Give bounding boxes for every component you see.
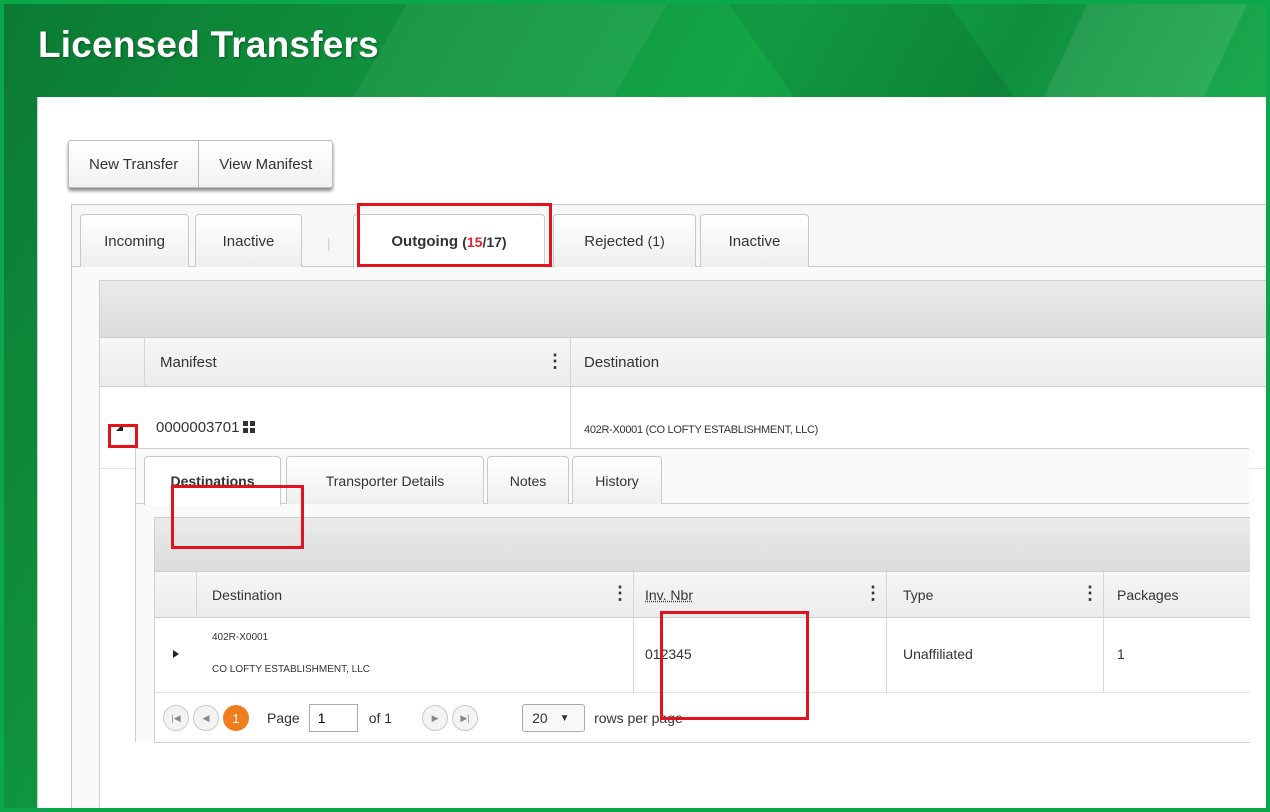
tab-destinations[interactable]: Destinations [144,456,281,505]
destinations-grid: Destination ⋮ Inv. Nbr ⋮ Type ⋮ Packages… [154,517,1250,743]
first-page-icon[interactable]: |◀ [163,705,189,731]
tab-rejected[interactable]: Rejected (1) [553,214,696,267]
column-header-packages[interactable]: Packages [1117,572,1178,618]
page-label: Page [267,710,300,726]
column-divider [1103,618,1104,693]
column-divider [886,618,887,693]
page-of-label: of 1 [368,710,393,726]
tab-rejected-count: (1) [647,233,665,249]
column-header-manifest[interactable]: Manifest [160,338,217,387]
next-page-icon[interactable]: ▶ [422,705,449,731]
tab-history[interactable]: History [572,456,662,504]
rows-per-page-value: 20 [532,710,548,726]
outgoing-active-count: 15 [466,233,483,250]
page-number-input[interactable] [308,704,358,732]
view-manifest-button[interactable]: View Manifest [198,141,332,187]
transfers-tabs: Incoming Inactive | Outgoing (15/17) Rej… [71,204,1266,808]
package-count: 1 [1117,646,1125,662]
page-title: Licensed Transfers [38,24,379,65]
column-header-destination[interactable]: Destination [212,572,282,618]
grid-toolbar [100,281,1266,338]
main-panel: New Transfer View Manifest Incoming Inac… [37,97,1266,808]
manifest-number-text: 0000003701 [156,419,240,436]
tab-notes[interactable]: Notes [487,456,569,504]
column-divider [633,618,634,693]
destination-type: Unaffiliated [903,646,973,662]
action-button-group: New Transfer View Manifest [68,140,334,188]
grid-header: Manifest ⋮ Destination [100,338,1266,387]
manifest-detail-tabs: Destinations Transporter Details Notes H… [135,448,1250,743]
column-menu-icon[interactable]: ⋮ [546,351,564,372]
rows-per-page-label: rows per page [594,710,683,726]
outgoing-total-count: /17) [482,233,507,250]
column-menu-icon[interactable]: ⋮ [1081,583,1099,604]
collapse-row-icon[interactable] [114,422,126,434]
column-divider [633,572,634,618]
detail-tabstrip: Destinations Transporter Details Notes H… [136,449,1249,505]
app-frame: Licensed Transfers New Transfer View Man… [0,0,1270,812]
column-divider [886,572,887,618]
tab-outgoing[interactable]: Outgoing (15/17) [353,214,545,268]
column-divider [144,338,145,387]
table-row[interactable]: 402R-X0001 CO LOFTY ESTABLISHMENT, LLC 0… [155,618,1250,693]
grid-header: Destination ⋮ Inv. Nbr ⋮ Type ⋮ Packages [155,572,1250,618]
tab-separator: | [327,235,331,251]
tab-incoming[interactable]: Incoming [80,214,189,267]
tab-rejected-label: Rejected [584,232,644,250]
rows-per-page-select[interactable]: 20 ▼ [522,704,586,732]
column-divider [196,572,197,618]
column-menu-icon[interactable]: ⋮ [611,583,629,604]
manifest-destination: 402R-X0001 (CO LOFTY ESTABLISHMENT, LLC) [584,424,818,436]
prev-page-icon[interactable]: ◀ [193,705,219,731]
current-page-button[interactable]: 1 [223,705,249,731]
column-header-destination[interactable]: Destination [584,338,659,387]
tab-outgoing-count: (15/17) [462,234,506,250]
column-menu-icon[interactable]: ⋮ [864,583,882,604]
tabstrip: Incoming Inactive | Outgoing (15/17) Rej… [72,205,1266,268]
grid-toolbar [155,518,1250,572]
grid-view-icon[interactable] [243,421,257,433]
pager: |◀ ◀ 1 Page of 1 ▶ ▶| 20 ▼ rows per page [155,693,1250,743]
tab-transporter-details[interactable]: Transporter Details [286,456,484,504]
last-page-icon[interactable]: ▶| [452,705,479,731]
column-header-type[interactable]: Type [903,572,933,618]
column-divider [570,338,571,387]
tab-inactive-incoming[interactable]: Inactive [195,214,302,267]
expand-row-icon[interactable] [173,650,179,658]
column-divider [1103,572,1104,618]
chevron-down-icon: ▼ [559,712,570,724]
column-header-inv-nbr[interactable]: Inv. Nbr [645,572,693,618]
new-transfer-button[interactable]: New Transfer [69,141,198,187]
manifest-number: 0000003701 [156,419,257,436]
destination-license: 402R-X0001 [212,632,269,643]
destination-name: CO LOFTY ESTABLISHMENT, LLC [212,664,371,675]
tab-inactive-outgoing[interactable]: Inactive [700,214,809,267]
tab-outgoing-label: Outgoing [391,233,459,250]
invoice-number: 012345 [645,646,692,662]
